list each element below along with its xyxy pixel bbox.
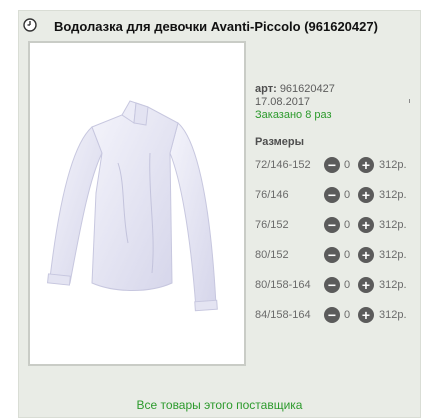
plus-button[interactable]: + <box>358 307 374 323</box>
minus-icon: − <box>327 217 337 233</box>
plus-icon: + <box>361 307 371 323</box>
size-label: 76/146 <box>255 189 289 201</box>
product-date: 17.08.2017 <box>255 96 311 108</box>
white-turtleneck-shirt-icon <box>46 100 218 312</box>
price: 312р. <box>379 309 407 321</box>
all-supplier-products-link[interactable]: Все товары этого поставщика <box>19 398 420 412</box>
product-card: Водолазка для девочки Avanti-Piccolo (96… <box>18 10 421 418</box>
plus-button[interactable]: + <box>358 187 374 203</box>
article-line: арт: 961620427 <box>255 83 335 96</box>
product-info: арт: 961620427 17.08.2017 Заказано 8 раз <box>255 83 335 122</box>
minus-icon: − <box>327 157 337 173</box>
plus-icon: + <box>361 247 371 263</box>
ordered-count: Заказано 8 раз <box>255 109 332 121</box>
size-label: 80/158-164 <box>255 279 311 291</box>
minus-button[interactable]: − <box>324 217 340 233</box>
price: 312р. <box>379 219 407 231</box>
size-row: 80/158-164 − 0 + 312р. <box>255 277 425 293</box>
quantity: 0 <box>344 309 351 321</box>
clock-icon <box>23 18 37 32</box>
product-photo[interactable] <box>28 41 246 366</box>
size-label: 80/152 <box>255 249 289 261</box>
quantity: 0 <box>344 249 351 261</box>
size-row: 84/158-164 − 0 + 312р. <box>255 307 425 323</box>
minus-icon: − <box>327 247 337 263</box>
plus-icon: + <box>361 157 371 173</box>
plus-icon: + <box>361 277 371 293</box>
plus-button[interactable]: + <box>358 157 374 173</box>
minus-button[interactable]: − <box>324 307 340 323</box>
plus-button[interactable]: + <box>358 217 374 233</box>
quantity: 0 <box>344 219 351 231</box>
plus-icon: + <box>361 187 371 203</box>
price: 312р. <box>379 249 407 261</box>
minus-icon: − <box>327 307 337 323</box>
quantity: 0 <box>344 159 351 171</box>
minus-button[interactable]: − <box>324 277 340 293</box>
minus-icon: − <box>327 277 337 293</box>
plus-icon: + <box>361 217 371 233</box>
size-label: 72/146-152 <box>255 159 311 171</box>
article-label: арт: <box>255 83 277 95</box>
minus-button[interactable]: − <box>324 157 340 173</box>
size-row: 76/146 − 0 + 312р. <box>255 187 425 203</box>
price: 312р. <box>379 189 407 201</box>
price: 312р. <box>379 159 407 171</box>
product-title: Водолазка для девочки Avanti-Piccolo (96… <box>54 19 378 34</box>
plus-button[interactable]: + <box>358 247 374 263</box>
size-label: 76/152 <box>255 219 289 231</box>
minus-icon: − <box>327 187 337 203</box>
article-value: 961620427 <box>279 83 335 95</box>
size-row: 80/152 − 0 + 312р. <box>255 247 425 263</box>
size-row: 76/152 − 0 + 312р. <box>255 217 425 233</box>
minus-button[interactable]: − <box>324 247 340 263</box>
minus-button[interactable]: − <box>324 187 340 203</box>
quantity: 0 <box>344 189 351 201</box>
divider-mark <box>409 99 410 103</box>
size-row: 72/146-152 − 0 + 312р. <box>255 157 425 173</box>
plus-button[interactable]: + <box>358 277 374 293</box>
title-bar: Водолазка для девочки Avanti-Piccolo (96… <box>23 16 416 38</box>
size-label: 84/158-164 <box>255 309 311 321</box>
quantity: 0 <box>344 279 351 291</box>
price: 312р. <box>379 279 407 291</box>
sizes-heading: Размеры <box>255 136 305 148</box>
